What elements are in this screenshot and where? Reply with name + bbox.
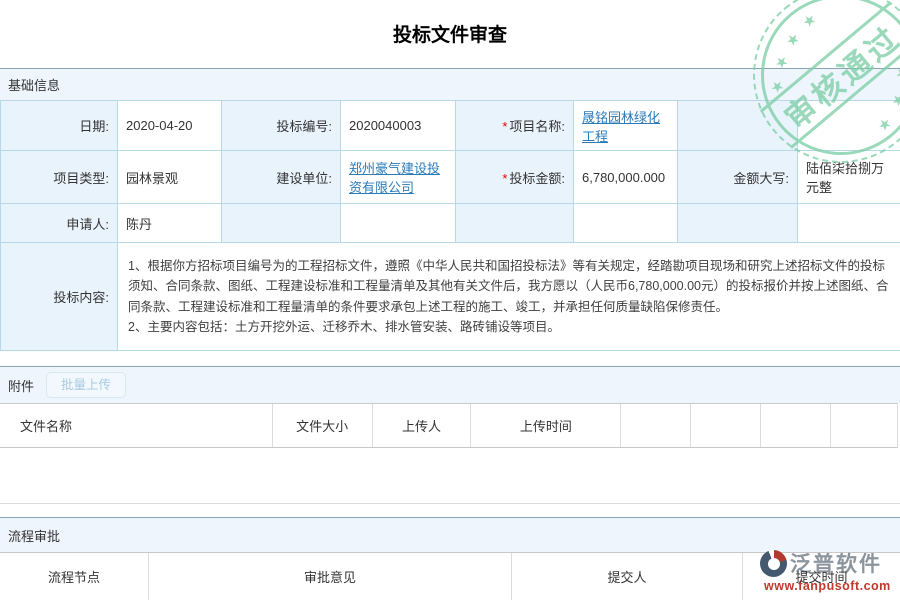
table-row: 项目类型: 园林景观 建设单位: 郑州豪气建设投资有限公司 *投标金额: 6,7… [1, 151, 900, 204]
col-upload-time: 上传时间 [471, 404, 621, 447]
project-type-label: 项目类型: [1, 151, 118, 204]
attachments-table-header: 文件名称 文件大小 上传人 上传时间 [0, 403, 898, 448]
section-basic-label: 基础信息 [8, 75, 60, 94]
bid-amount-value: 6,780,000.000 [574, 151, 678, 204]
bid-content-value: 1、根据你方招标项目编号为的工程招标文件，遵照《中华人民共和国招投标法》等有关规… [118, 243, 900, 351]
date-label: 日期: [1, 101, 118, 151]
col-submitter: 提交人 [512, 553, 743, 600]
empty-label-cell [678, 101, 798, 151]
project-name-label: *项目名称: [456, 101, 574, 151]
col-empty [761, 404, 831, 447]
col-empty [691, 404, 761, 447]
bid-amount-label: *投标金额: [456, 151, 574, 204]
build-unit-link[interactable]: 郑州豪气建设投资有限公司 [349, 161, 440, 195]
amount-words-label: 金额大写: [678, 151, 798, 204]
col-empty [831, 404, 897, 447]
date-value: 2020-04-20 [118, 101, 222, 151]
section-header-workflow: 流程审批 [0, 517, 900, 552]
basic-info-table: 日期: 2020-04-20 投标编号: 2020040003 *项目名称: 晟… [0, 100, 900, 351]
table-row: 投标内容: 1、根据你方招标项目编号为的工程招标文件，遵照《中华人民共和国招投标… [1, 243, 900, 351]
col-approval-opinion: 审批意见 [149, 553, 512, 600]
empty-value-cell [574, 204, 678, 243]
empty-label-cell [222, 204, 341, 243]
section-workflow-label: 流程审批 [8, 526, 60, 545]
required-mark: * [502, 119, 507, 134]
col-file-name: 文件名称 [0, 404, 273, 447]
batch-upload-button[interactable]: 批量上传 [46, 372, 126, 398]
bid-content-label: 投标内容: [1, 243, 118, 351]
empty-label-cell [678, 204, 798, 243]
build-unit-value: 郑州豪气建设投资有限公司 [341, 151, 456, 204]
table-row: 申请人: 陈丹 [1, 204, 900, 243]
bid-no-value: 2020040003 [341, 101, 456, 151]
bid-review-page: 投标文件审查 基础信息 日期: 2020-04-20 投标编号: 2020040… [0, 0, 900, 600]
col-empty [621, 404, 691, 447]
project-name-value: 晟铭园林绿化工程 [574, 101, 678, 151]
col-file-size: 文件大小 [273, 404, 373, 447]
bid-no-label: 投标编号: [222, 101, 341, 151]
col-uploader: 上传人 [373, 404, 472, 447]
build-unit-label: 建设单位: [222, 151, 341, 204]
bid-content-line2: 2、主要内容包括：土方开挖外运、迁移乔木、排水管安装、路砖铺设等项目。 [128, 317, 890, 337]
amount-words-value: 陆佰柒拾捌万元整 [798, 151, 900, 204]
section-header-basic-info: 基础信息 [0, 68, 900, 100]
project-type-value: 园林景观 [118, 151, 222, 204]
col-flow-node: 流程节点 [0, 553, 149, 600]
applicant-value: 陈丹 [118, 204, 222, 243]
project-name-link[interactable]: 晟铭园林绿化工程 [582, 110, 660, 144]
workflow-table-header: 流程节点 审批意见 提交人 提交时间 [0, 552, 900, 600]
required-mark: * [502, 171, 507, 186]
page-title: 投标文件审查 [0, 20, 900, 47]
empty-value-cell [798, 101, 900, 151]
section-attachments-label: 附件 [8, 376, 34, 395]
col-submit-time: 提交时间 [743, 553, 900, 600]
table-row: 日期: 2020-04-20 投标编号: 2020040003 *项目名称: 晟… [1, 101, 900, 151]
empty-label-cell [456, 204, 574, 243]
section-divider [0, 503, 900, 504]
empty-value-cell [798, 204, 900, 243]
empty-value-cell [341, 204, 456, 243]
bid-content-line1: 1、根据你方招标项目编号为的工程招标文件，遵照《中华人民共和国招投标法》等有关规… [128, 256, 890, 317]
section-header-attachments: 附件 [0, 366, 900, 403]
applicant-label: 申请人: [1, 204, 118, 243]
